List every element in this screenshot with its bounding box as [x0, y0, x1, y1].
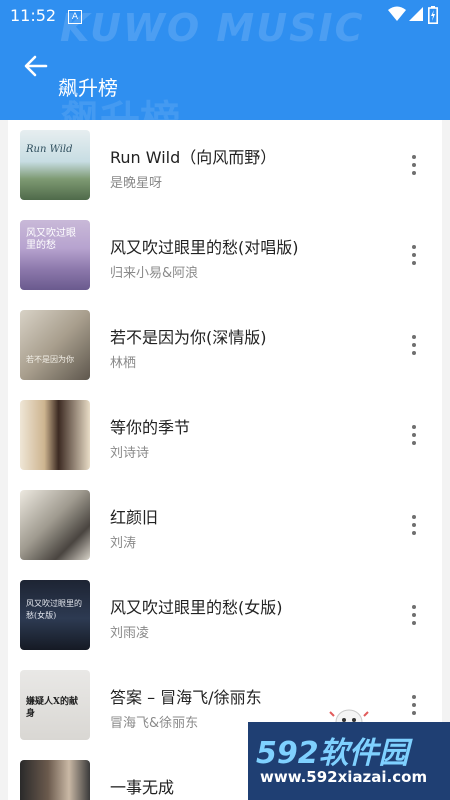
app-header: KUWO MUSIC 飙升榜 11:52 A 飙升榜	[0, 0, 450, 120]
song-artist: 林栖	[110, 356, 137, 370]
song-artist: 刘诗诗	[110, 446, 150, 460]
album-cover: 嫌疑人X的献身	[20, 670, 90, 740]
site-watermark: 592软件园 www.592xiazai.com	[248, 722, 450, 800]
song-row[interactable]: Run Wild Run Wild（向风而野） 是晚星呀	[8, 120, 442, 210]
more-options-button[interactable]	[404, 243, 424, 267]
status-time: 11:52	[10, 6, 57, 25]
wifi-icon	[388, 6, 406, 21]
cover-text: 风又吹过眼里的愁(女版)	[26, 599, 82, 620]
status-bar: 11:52 A	[0, 0, 450, 32]
song-row[interactable]: 风又吹过眼里的愁 风又吹过眼里的愁(对唱版) 归来小易&阿浪	[8, 210, 442, 300]
arrow-left-icon	[24, 55, 48, 77]
song-title: 等你的季节	[110, 418, 191, 436]
page-title: 飙升榜	[58, 76, 118, 100]
album-cover: 若不是因为你	[20, 310, 90, 380]
cover-text: 风又吹过眼里的愁	[26, 228, 76, 251]
more-options-button[interactable]	[404, 423, 424, 447]
song-row[interactable]: 等你的季节 刘诗诗	[8, 390, 442, 480]
album-cover: 风又吹过眼里的愁	[20, 220, 90, 290]
more-options-button[interactable]	[404, 153, 424, 177]
site-watermark-title: 592软件园	[256, 736, 409, 771]
song-row[interactable]: 若不是因为你 若不是因为你(深情版) 林栖	[8, 300, 442, 390]
notification-icon: A	[68, 10, 82, 24]
back-button[interactable]	[20, 52, 52, 80]
song-artist: 归来小易&阿浪	[110, 266, 199, 280]
battery-icon	[428, 6, 438, 24]
song-title: 风又吹过眼里的愁(对唱版)	[110, 238, 299, 256]
song-title: Run Wild（向风而野）	[110, 148, 277, 166]
more-options-button[interactable]	[404, 693, 424, 717]
album-cover: Run Wild	[20, 130, 90, 200]
more-options-button[interactable]	[404, 603, 424, 627]
song-row[interactable]: 风又吹过眼里的愁(女版) 风又吹过眼里的愁(女版) 刘雨凌	[8, 570, 442, 660]
more-options-button[interactable]	[404, 333, 424, 357]
cover-text: 嫌疑人X的献身	[26, 697, 78, 719]
song-artist: 刘雨凌	[110, 626, 150, 640]
song-title: 若不是因为你(深情版)	[110, 328, 267, 346]
song-title: 红颜旧	[110, 508, 159, 526]
song-list-area[interactable]: Run Wild Run Wild（向风而野） 是晚星呀 风又吹过眼里的愁 风又…	[0, 120, 450, 800]
signal-icon	[409, 7, 423, 21]
song-row[interactable]: 红颜旧 刘涛	[8, 480, 442, 570]
album-cover	[20, 760, 90, 800]
site-watermark-url: www.592xiazai.com	[260, 768, 428, 786]
album-cover	[20, 490, 90, 560]
more-options-button[interactable]	[404, 513, 424, 537]
album-cover: 风又吹过眼里的愁(女版)	[20, 580, 90, 650]
song-artist: 是晚星呀	[110, 176, 163, 190]
song-title: 风又吹过眼里的愁(女版)	[110, 598, 283, 616]
album-cover	[20, 400, 90, 470]
song-list: Run Wild Run Wild（向风而野） 是晚星呀 风又吹过眼里的愁 风又…	[8, 120, 442, 800]
cover-text: Run Wild	[26, 144, 73, 155]
song-title: 答案 – 冒海飞/徐丽东	[110, 688, 262, 706]
status-icons	[382, 6, 442, 26]
song-artist: 刘涛	[110, 536, 137, 550]
cover-text: 若不是因为你	[26, 355, 74, 364]
